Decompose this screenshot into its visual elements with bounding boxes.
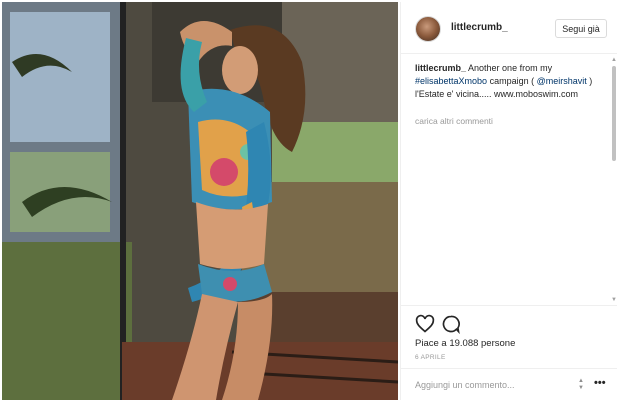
post-side-panel: littlecrumb_ Segui già littlecrumb_ Anot…	[400, 2, 617, 400]
caption-text: Another one from my	[468, 63, 553, 73]
heart-icon[interactable]	[415, 314, 435, 334]
post-photo-illustration	[2, 2, 398, 400]
add-comment-bar: ▲▼ •••	[401, 368, 617, 400]
comments-scrollbar[interactable]: ▲ ▼	[611, 56, 617, 306]
comment-input[interactable]	[415, 377, 565, 393]
caption-mention[interactable]: @meirshavit	[537, 76, 587, 86]
load-more-comments-link[interactable]: carica altri commenti	[415, 116, 493, 126]
likes-count[interactable]: Piace a 19.088 persone	[415, 338, 515, 349]
scroll-thumb[interactable]	[612, 66, 616, 161]
scroll-down-arrow-icon[interactable]: ▼	[611, 296, 617, 304]
caption: littlecrumb_ Another one from my #elisab…	[415, 62, 601, 101]
instagram-post-modal: littlecrumb_ Segui già littlecrumb_ Anot…	[0, 0, 618, 400]
post-photo[interactable]	[2, 2, 398, 400]
caption-hashtag[interactable]: #elisabettaXmobo	[415, 76, 487, 86]
ellipsis-icon[interactable]: •••	[594, 377, 606, 389]
speech-bubble-icon[interactable]	[441, 314, 461, 334]
avatar[interactable]	[415, 16, 441, 42]
following-button[interactable]: Segui già	[555, 19, 607, 38]
username-link[interactable]: littlecrumb_	[451, 22, 508, 33]
scroll-up-arrow-icon[interactable]: ▲	[611, 56, 617, 64]
caption-text: campaign (	[489, 76, 535, 86]
post-date: 6 APRILE	[415, 354, 446, 361]
post-header: littlecrumb_ Segui già	[401, 2, 617, 54]
resize-arrows-icon[interactable]: ▲ ▼	[577, 378, 585, 392]
post-actions: Piace a 19.088 persone 6 APRILE	[401, 305, 617, 365]
caption-username[interactable]: littlecrumb_	[415, 63, 466, 73]
